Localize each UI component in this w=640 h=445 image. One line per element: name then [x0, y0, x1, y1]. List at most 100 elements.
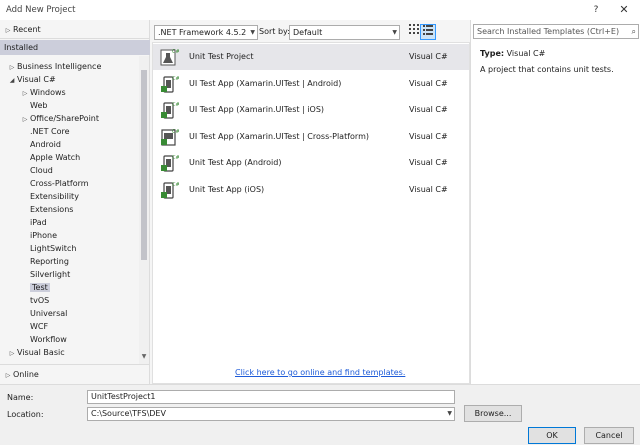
- tree-node-label: Recent: [13, 25, 41, 34]
- template-name: UI Test App (Xamarin.UITest | iOS): [189, 105, 325, 114]
- expand-arrow-icon[interactable]: ▷: [3, 24, 13, 37]
- template-language: Visual C#: [409, 184, 448, 194]
- tree-item[interactable]: tvOS: [30, 294, 49, 307]
- template-name: Unit Test App (Android): [189, 158, 282, 167]
- chevron-down-icon: ▼: [447, 410, 452, 417]
- name-label: Name:: [7, 393, 34, 402]
- tree-item[interactable]: LightSwitch: [30, 242, 76, 255]
- tree-node-installed[interactable]: Installed: [0, 40, 150, 55]
- tree-item[interactable]: iPad: [30, 216, 47, 229]
- template-row[interactable]: C# Unit Test App (iOS) Visual C#: [153, 177, 469, 203]
- tree-item[interactable]: ◢ Visual C#: [7, 73, 56, 86]
- svg-text:C#: C#: [172, 76, 179, 82]
- tree-items: ▷ Business Intelligence ◢ Visual C# ▷ Windows…: [0, 56, 150, 364]
- template-language: Visual C#: [409, 105, 448, 114]
- tree-item[interactable]: Silverlight: [30, 268, 70, 281]
- project-form: Name: UnitTestProject1 Location: C:\Sour…: [0, 384, 640, 445]
- tree-item-label: Reporting: [30, 257, 69, 266]
- location-label: Location:: [7, 410, 44, 419]
- tree-node-online[interactable]: ▷ Online: [0, 368, 150, 381]
- type-value: Visual C#: [506, 49, 546, 58]
- chevron-down-icon: ▼: [392, 29, 397, 36]
- sort-label: Sort by:: [259, 27, 290, 36]
- tree-item[interactable]: WCF: [30, 320, 48, 333]
- svg-text:C#: C#: [172, 155, 179, 161]
- template-language: Visual C#: [409, 131, 448, 141]
- tree-item[interactable]: Workflow: [30, 333, 67, 346]
- tree-item[interactable]: Extensibility: [30, 190, 79, 203]
- search-input[interactable]: Search Installed Templates (Ctrl+E) ⌕: [473, 24, 639, 39]
- search-icon[interactable]: ⌕: [632, 25, 636, 38]
- template-name: UI Test App (Xamarin.UITest | Cross-Plat…: [189, 131, 369, 141]
- tree-item-label: Cross-Platform: [30, 179, 89, 188]
- framework-value: .NET Framework 4.5.2: [158, 28, 247, 37]
- template-row[interactable]: C# Unit Test Project Visual C#: [153, 44, 469, 70]
- tree-item[interactable]: Cross-Platform: [30, 177, 89, 190]
- tree-item[interactable]: ▷ Office/SharePoint: [20, 112, 99, 125]
- sort-select[interactable]: Default ▼: [289, 25, 400, 40]
- expand-arrow-icon[interactable]: ▷: [20, 87, 30, 100]
- tree-item[interactable]: Web: [30, 99, 47, 112]
- tree-item[interactable]: Apple Watch: [30, 151, 80, 164]
- phone-test-icon: C#: [159, 153, 180, 173]
- cross-platform-test-icon: C#: [159, 127, 180, 147]
- tree-scrollbar[interactable]: ▼: [139, 56, 149, 364]
- tree-item-label: Universal: [30, 309, 68, 318]
- template-name: Unit Test Project: [189, 52, 254, 61]
- expand-arrow-icon[interactable]: ▷: [7, 347, 17, 360]
- template-details-panel: Search Installed Templates (Ctrl+E) ⌕ Ty…: [470, 20, 640, 384]
- tree-item[interactable]: Extensions: [30, 203, 73, 216]
- tree-item[interactable]: Test: [30, 281, 50, 294]
- location-select[interactable]: C:\Source\TFS\DEV ▼: [87, 407, 455, 421]
- phone-test-icon: C#: [159, 180, 180, 200]
- scroll-down-arrow-icon[interactable]: ▼: [139, 352, 149, 362]
- tree-item-label: WCF: [30, 322, 49, 331]
- phone-test-icon: C#: [159, 74, 180, 94]
- tree-item[interactable]: ▷ Visual Basic: [7, 346, 65, 359]
- tree-item[interactable]: ▷ Business Intelligence: [7, 60, 102, 73]
- tree-item[interactable]: Cloud: [30, 164, 53, 177]
- tree-item-label: Extensibility: [30, 192, 79, 201]
- list-view-icon[interactable]: [420, 24, 436, 40]
- tree-item-label: LightSwitch: [30, 244, 77, 253]
- expand-arrow-icon[interactable]: ▷: [3, 369, 13, 382]
- template-type: Type: Visual C#: [480, 49, 545, 58]
- svg-text:C#: C#: [172, 102, 179, 108]
- svg-text:C#: C#: [172, 49, 179, 55]
- template-row[interactable]: C# UI Test App (Xamarin.UITest | Android)…: [153, 71, 469, 97]
- tree-item[interactable]: iPhone: [30, 229, 57, 242]
- framework-select[interactable]: .NET Framework 4.5.2 ▼: [154, 25, 258, 40]
- tree-item[interactable]: Reporting: [30, 255, 69, 268]
- tree-item[interactable]: ▷ Windows: [20, 86, 66, 99]
- project-name-value: UnitTestProject1: [91, 392, 156, 401]
- cancel-button[interactable]: Cancel: [584, 427, 634, 444]
- template-row[interactable]: C# UI Test App (Xamarin.UITest | iOS) Visu…: [153, 97, 469, 123]
- tree-item[interactable]: .NET Core: [30, 125, 70, 138]
- tree-item[interactable]: Universal: [30, 307, 67, 320]
- template-row[interactable]: C# Unit Test App (Android) Visual C#: [153, 150, 469, 176]
- location-value: C:\Source\TFS\DEV: [91, 409, 166, 418]
- browse-button[interactable]: Browse...: [464, 405, 522, 422]
- phone-test-icon: C#: [159, 100, 180, 120]
- tree-node-label: Installed: [4, 43, 39, 52]
- tree-item-label: Visual Basic: [17, 348, 65, 357]
- help-button[interactable]: ?: [584, 1, 608, 19]
- template-language: Visual C#: [409, 78, 448, 88]
- type-label: Type:: [480, 49, 505, 58]
- tree-item-label: Office/SharePoint: [30, 114, 99, 123]
- unit-test-flask-icon: C#: [159, 47, 180, 67]
- tree-item[interactable]: Android: [30, 138, 61, 151]
- tree-node-recent[interactable]: ▷ Recent: [0, 23, 150, 36]
- online-templates-link[interactable]: Click here to go online and find templat…: [235, 368, 405, 377]
- template-row[interactable]: C# UI Test App (Xamarin.UITest | Cross-Pl…: [153, 124, 469, 150]
- ok-button[interactable]: OK: [528, 427, 576, 444]
- sort-value: Default: [293, 28, 323, 37]
- collapse-arrow-icon[interactable]: ◢: [7, 74, 17, 87]
- tree-item-label: Visual C#: [17, 75, 56, 84]
- template-language: Visual C#: [409, 52, 448, 61]
- expand-arrow-icon[interactable]: ▷: [20, 113, 30, 126]
- project-name-input[interactable]: UnitTestProject1: [87, 390, 455, 404]
- tree-item-label: Web: [30, 101, 48, 110]
- scrollbar-thumb[interactable]: [141, 70, 147, 260]
- close-button[interactable]: ✕: [612, 1, 636, 19]
